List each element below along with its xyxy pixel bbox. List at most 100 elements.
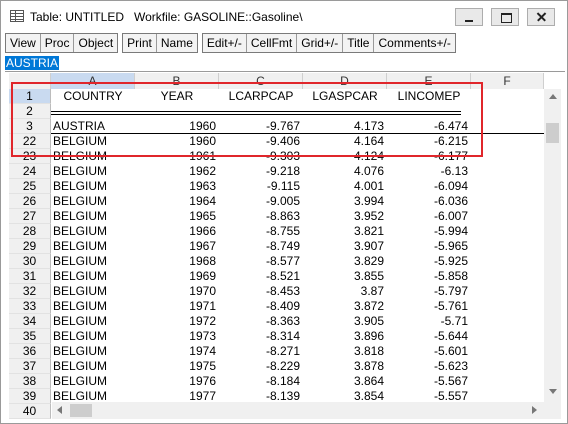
table-cell[interactable]: BELGIUM (51, 344, 135, 359)
table-cell[interactable]: -6.177 (387, 149, 468, 164)
horizontal-scroll-thumb[interactable] (70, 404, 92, 417)
cell-edit-value[interactable]: AUSTRIA (5, 56, 60, 70)
minimize-button[interactable] (455, 8, 483, 26)
table-cell[interactable]: -8.229 (219, 359, 300, 374)
column-header-a[interactable]: A (51, 73, 135, 89)
table-cell[interactable]: 3.829 (303, 254, 384, 269)
vertical-scroll-thumb[interactable] (546, 123, 559, 143)
table-cell[interactable]: LCARPCAP (219, 89, 303, 104)
table-cell[interactable]: 1960 (135, 119, 216, 134)
table-cell[interactable]: 3.821 (303, 224, 384, 239)
table-cell[interactable]: -6.094 (387, 179, 468, 194)
table-cell[interactable]: 3.864 (303, 374, 384, 389)
table-cell[interactable]: BELGIUM (51, 254, 135, 269)
table-cell[interactable]: -9.005 (219, 194, 300, 209)
table-cell[interactable]: -8.863 (219, 209, 300, 224)
table-cell[interactable]: -6.474 (387, 119, 468, 134)
table-cell[interactable]: BELGIUM (51, 284, 135, 299)
table-cell[interactable]: -5.965 (387, 239, 468, 254)
table-cell[interactable]: -6.007 (387, 209, 468, 224)
row-header[interactable]: 36 (9, 344, 51, 359)
table-cell[interactable]: 1963 (135, 179, 216, 194)
table-cell[interactable]: 4.076 (303, 164, 384, 179)
spreadsheet-grid[interactable]: ABCDEF 1 COUNTRY YEAR LCARPCAP LGASPCAR LINCO… (9, 73, 544, 419)
table-cell[interactable]: 4.164 (303, 134, 384, 149)
toolbar-button-proc[interactable]: Proc (40, 34, 75, 52)
table-cell[interactable]: 1961 (135, 149, 216, 164)
scroll-left-icon[interactable] (57, 406, 62, 414)
row-header[interactable]: 39 (9, 389, 51, 404)
table-cell[interactable]: -8.409 (219, 299, 300, 314)
table-cell[interactable]: BELGIUM (51, 269, 135, 284)
table-cell[interactable]: -5.601 (387, 344, 468, 359)
row-header[interactable]: 1 (9, 89, 51, 104)
table-cell[interactable]: BELGIUM (51, 149, 135, 164)
table-cell[interactable]: 3.896 (303, 329, 384, 344)
table-cell[interactable]: BELGIUM (51, 359, 135, 374)
table-cell[interactable]: BELGIUM (51, 329, 135, 344)
table-cell[interactable]: 3.905 (303, 314, 384, 329)
table-cell[interactable]: 1973 (135, 329, 216, 344)
table-cell[interactable]: BELGIUM (51, 194, 135, 209)
table-cell[interactable]: 1966 (135, 224, 216, 239)
scroll-up-icon[interactable] (549, 94, 557, 99)
table-cell[interactable]: 1964 (135, 194, 216, 209)
table-cell[interactable]: -5.858 (387, 269, 468, 284)
column-header-b[interactable]: B (135, 73, 219, 89)
table-cell[interactable]: 1968 (135, 254, 216, 269)
table-cell[interactable]: 3.994 (303, 194, 384, 209)
table-cell[interactable]: -5.761 (387, 299, 468, 314)
table-cell[interactable]: 4.173 (303, 119, 384, 134)
table-cell[interactable]: BELGIUM (51, 164, 135, 179)
table-cell[interactable]: BELGIUM (51, 179, 135, 194)
row-header[interactable]: 34 (9, 314, 51, 329)
table-cell[interactable]: -5.623 (387, 359, 468, 374)
row-header[interactable]: 22 (9, 134, 51, 149)
row-header[interactable]: 32 (9, 284, 51, 299)
table-cell[interactable]: -6.13 (387, 164, 468, 179)
table-cell[interactable]: COUNTRY (51, 89, 135, 104)
table-cell[interactable]: -5.71 (387, 314, 468, 329)
table-cell[interactable]: BELGIUM (51, 134, 135, 149)
table-cell[interactable]: AUSTRIA (51, 119, 135, 134)
grid-corner[interactable] (9, 73, 51, 89)
column-header-e[interactable]: E (387, 73, 471, 89)
table-cell[interactable]: -9.115 (219, 179, 300, 194)
table-cell[interactable]: BELGIUM (51, 299, 135, 314)
table-cell[interactable]: -8.453 (219, 284, 300, 299)
toolbar-button-edit[interactable]: Edit+/- (202, 34, 247, 52)
table-cell[interactable]: BELGIUM (51, 374, 135, 389)
scroll-right-icon[interactable] (532, 406, 537, 414)
row-header[interactable]: 24 (9, 164, 51, 179)
row-header[interactable]: 2 (9, 104, 51, 119)
table-cell[interactable]: LINCOMEP (387, 89, 471, 104)
table-cell[interactable]: 1967 (135, 239, 216, 254)
table-cell[interactable]: 1970 (135, 284, 216, 299)
table-cell[interactable]: -9.406 (219, 134, 300, 149)
table-cell[interactable]: -5.925 (387, 254, 468, 269)
table-cell[interactable]: LGASPCAR (303, 89, 387, 104)
toolbar-button-grid[interactable]: Grid+/- (297, 34, 344, 52)
table-cell[interactable]: 1960 (135, 134, 216, 149)
scroll-down-icon[interactable] (549, 389, 557, 394)
table-cell[interactable]: -8.521 (219, 269, 300, 284)
row-header[interactable]: 3 (9, 119, 51, 134)
table-cell[interactable]: 3.872 (303, 299, 384, 314)
column-header-f[interactable]: F (471, 73, 544, 89)
table-cell[interactable]: -8.314 (219, 329, 300, 344)
toolbar-button-cellfmt[interactable]: CellFmt (246, 34, 298, 52)
column-header-c[interactable]: C (219, 73, 303, 89)
table-cell[interactable]: 1975 (135, 359, 216, 374)
row-header[interactable]: 23 (9, 149, 51, 164)
row-header[interactable]: 26 (9, 194, 51, 209)
row-header[interactable]: 37 (9, 359, 51, 374)
table-cell[interactable]: 3.818 (303, 344, 384, 359)
table-cell[interactable]: -8.755 (219, 224, 300, 239)
close-button[interactable] (527, 8, 555, 26)
table-cell[interactable]: -5.994 (387, 224, 468, 239)
table-cell[interactable]: 3.952 (303, 209, 384, 224)
toolbar-button-view[interactable]: View (6, 34, 41, 52)
table-cell[interactable]: -5.567 (387, 374, 468, 389)
table-cell[interactable]: 1974 (135, 344, 216, 359)
table-cell[interactable]: 4.001 (303, 179, 384, 194)
